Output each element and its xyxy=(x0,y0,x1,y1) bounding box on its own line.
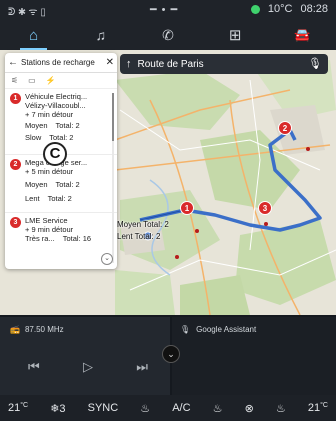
station-detour: + 7 min détour xyxy=(25,110,74,119)
radio-frequency: 87.50 MHz xyxy=(24,325,64,334)
speed-label: Moyen xyxy=(25,180,48,189)
station-detour: + 5 min détour xyxy=(25,167,74,176)
status-right: 10°C 08:28 xyxy=(250,3,328,15)
car-icon: 🚘 xyxy=(294,27,311,42)
speed-total: Total: 16 xyxy=(62,234,92,243)
speed-total: Total: 2 xyxy=(47,194,72,203)
previous-icon[interactable]: ⏮ xyxy=(28,359,40,375)
panel-header: ← Stations de recharge ✕ xyxy=(5,53,117,73)
right-seat-heat-icon[interactable]: ♨ xyxy=(276,402,286,415)
right-temperature[interactable]: 21°C xyxy=(308,402,328,414)
media-widget: 📻 87.50 MHz ⏮ ▷ ⏭ xyxy=(0,317,170,395)
left-temperature[interactable]: 21°C xyxy=(8,402,28,414)
route-text: Route de Paris xyxy=(137,58,204,70)
speed-label: Moyen xyxy=(25,121,48,130)
charge-plug-icon[interactable]: ⚡ xyxy=(46,76,56,85)
car-screen: ᕲ ✱ ᯤ ▯ ━ • ━ 10°C 08:28 ⌂ ♫ ✆ ⊞ 🚘 Moyen… xyxy=(0,0,336,421)
station-name: Mega charge ser... xyxy=(25,158,88,167)
right-temp-value: 21 xyxy=(307,402,321,414)
mic-icon[interactable]: 🎙 xyxy=(308,57,322,70)
media-controls: ⏮ ▷ ⏭ xyxy=(28,359,148,375)
panel-title: Stations de recharge xyxy=(21,58,95,67)
top-nav: ⌂ ♫ ✆ ⊞ 🚘 xyxy=(0,20,336,50)
temp-unit: °C xyxy=(320,402,328,409)
play-icon[interactable]: ▷ xyxy=(83,359,93,375)
tab-phone[interactable]: ✆ xyxy=(134,20,201,50)
card-icon[interactable]: ▭ xyxy=(28,76,36,85)
callout-badge: C xyxy=(43,142,67,166)
back-arrow-icon[interactable]: ← xyxy=(8,57,18,68)
status-icons: ᕲ ✱ ᯤ ▯ xyxy=(8,7,46,18)
outside-temperature: 10°C xyxy=(267,3,293,15)
station-marker-1[interactable]: 1 xyxy=(180,201,194,215)
station-item-3[interactable]: 3 LME Service + 9 min détour Très ra... T… xyxy=(5,213,117,253)
status-bar: ᕲ ✱ ᯤ ▯ ━ • ━ 10°C 08:28 xyxy=(0,0,336,20)
tab-music[interactable]: ♫ xyxy=(67,20,134,50)
climate-bar: 21°C ❄3 SYNC ♨ A/C ♨ ⊗ ♨ 21°C xyxy=(0,395,336,421)
station-number: 2 xyxy=(10,159,21,170)
speed-label: Très ra... xyxy=(25,234,55,243)
station-detour: + 9 min détour xyxy=(25,225,74,234)
tab-home[interactable]: ⌂ xyxy=(0,20,67,50)
temp-unit: °C xyxy=(20,402,29,409)
assistant-label: Google Assistant xyxy=(196,325,257,334)
connection-icon xyxy=(250,4,260,14)
rear-defrost-icon[interactable]: ♨ xyxy=(213,402,223,415)
scrollbar[interactable] xyxy=(112,93,114,141)
tab-car[interactable]: 🚘 xyxy=(269,20,336,50)
status-indicator: ━ • ━ xyxy=(150,4,179,16)
mic-icon: 🎙 xyxy=(180,325,191,334)
station-marker-3[interactable]: 3 xyxy=(258,201,272,215)
home-icon: ⌂ xyxy=(29,26,39,44)
expand-chevron-icon[interactable]: ⌄ xyxy=(101,253,113,265)
apps-icon: ⊞ xyxy=(228,27,242,44)
station-location: Vélizy-Villacoubl... xyxy=(25,101,86,110)
map-label-lent: Lent Total: 2 xyxy=(117,232,161,241)
speed-total: Total: 2 xyxy=(55,121,80,130)
route-search-bar[interactable]: ↑ Route de Paris 🎙 xyxy=(120,54,328,74)
direction-arrow-icon: ↑ xyxy=(126,58,132,70)
phone-icon: ✆ xyxy=(162,26,174,43)
tab-apps[interactable]: ⊞ xyxy=(202,20,269,50)
map-label-moyen: Moyen Total: 2 xyxy=(117,220,169,229)
station-name: Véhicule Electriq... xyxy=(25,92,88,101)
speed-label: Lent xyxy=(25,194,40,203)
collapse-chevron-icon[interactable]: ⌄ xyxy=(162,345,180,363)
station-number: 3 xyxy=(10,217,21,228)
filter-icon[interactable]: ⚟ xyxy=(11,76,18,85)
radio-icon: 📻 xyxy=(10,325,20,334)
close-icon[interactable]: ✕ xyxy=(106,57,114,68)
next-icon[interactable]: ⏭ xyxy=(136,359,148,375)
station-name: LME Service xyxy=(25,216,68,225)
sync-button[interactable]: SYNC xyxy=(88,402,119,414)
speed-total: Total: 2 xyxy=(49,133,74,142)
seat-heat-icon[interactable]: ♨ xyxy=(140,402,150,415)
radio-info[interactable]: 📻 87.50 MHz xyxy=(10,325,64,334)
fan-speed[interactable]: ❄3 xyxy=(50,402,65,415)
station-number: 1 xyxy=(10,93,21,104)
ac-button[interactable]: A/C xyxy=(172,402,190,414)
speed-total: Total: 2 xyxy=(55,180,80,189)
steering-wheel-heat-icon[interactable]: ⊗ xyxy=(245,402,254,415)
assistant-row: 🎙 Google Assistant xyxy=(180,325,256,334)
music-icon: ♫ xyxy=(95,27,107,43)
left-temp-value: 21 xyxy=(8,402,21,414)
clock: 08:28 xyxy=(300,3,328,15)
station-marker-2[interactable]: 2 xyxy=(278,121,292,135)
assistant-widget[interactable]: 🎙 Google Assistant xyxy=(172,317,336,395)
speed-label: Slow xyxy=(25,133,42,142)
filter-bar: ⚟ ▭ ⚡ xyxy=(5,73,117,89)
